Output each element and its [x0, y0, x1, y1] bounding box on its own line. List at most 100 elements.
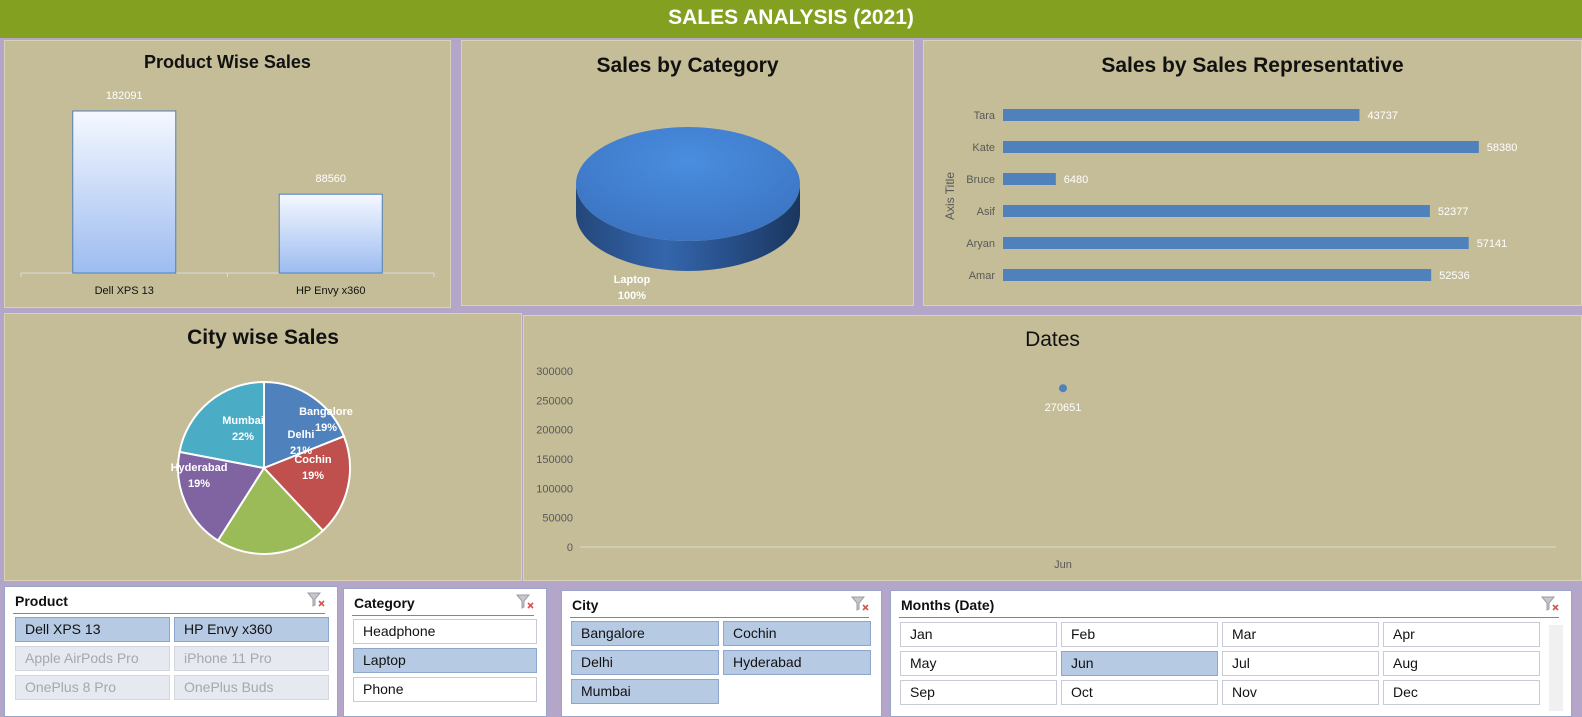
- slice-value-label: 19%: [315, 422, 337, 434]
- slicer-item-oneplus-8-pro[interactable]: OnePlus 8 Pro: [15, 675, 170, 700]
- slicer-item-oneplus-buds[interactable]: OnePlus Buds: [174, 675, 329, 700]
- slice-label: Delhi: [288, 429, 315, 441]
- slice-label: Bangalore: [299, 406, 353, 418]
- slicer-item-jan[interactable]: Jan: [900, 622, 1057, 647]
- funnel-glyph: [515, 594, 534, 609]
- category-label: Asif: [977, 206, 996, 218]
- category-label: Aryan: [966, 238, 995, 250]
- rep-sales-chart: Sales by Sales Representative Tara 43737 K…: [923, 40, 1582, 306]
- slicer-item-phone[interactable]: Phone: [353, 677, 537, 702]
- dashboard-title: SALES ANALYSIS (2021): [0, 0, 1582, 38]
- category-sales-chart: Sales by Category Laptop 100%: [461, 40, 914, 306]
- category-label: Kate: [972, 142, 995, 154]
- slicer-item-may[interactable]: May: [900, 651, 1057, 676]
- category-label: Tara: [974, 110, 996, 122]
- slice-label: Hyderabad: [171, 462, 228, 474]
- y-tick-label: 100000: [536, 483, 573, 495]
- data-label: 6480: [1064, 174, 1088, 186]
- y-tick-label: 50000: [542, 513, 573, 525]
- slicer-item-cochin[interactable]: Cochin: [723, 621, 871, 646]
- months-slicer: Months (Date) Jan Feb Mar Apr May Jun Jul Aug Se…: [890, 590, 1572, 717]
- product-sales-chart: Product Wise Sales 182091 Dell XPS 13 8856…: [4, 40, 451, 308]
- bar: [1003, 269, 1432, 281]
- bar: [1003, 141, 1479, 153]
- slicer-item-iphone-11-pro[interactable]: iPhone 11 Pro: [174, 646, 329, 671]
- clear-filter-icon[interactable]: [850, 595, 871, 613]
- slicer-item-sep[interactable]: Sep: [900, 680, 1057, 705]
- funnel-glyph: [850, 596, 869, 611]
- dates-chart: Dates 300000 250000 200000 150000 100000 5000…: [523, 315, 1582, 581]
- category-slicer: Category Headphone Laptop Phone: [343, 588, 547, 717]
- slicer-item-dell-xps-13[interactable]: Dell XPS 13: [15, 617, 170, 642]
- chart-plot: 182091 Dell XPS 13 88560 HP Envy x360: [20, 90, 435, 297]
- slicer-item-laptop[interactable]: Laptop: [353, 648, 537, 673]
- data-label: 88560: [315, 173, 346, 185]
- slicer-title: City: [572, 597, 599, 613]
- slicer-item-delhi[interactable]: Delhi: [571, 650, 719, 675]
- bar: [72, 110, 177, 274]
- y-tick-label: 300000: [536, 366, 573, 378]
- slicer-item-hp-envy-x360[interactable]: HP Envy x360: [174, 617, 329, 642]
- bar: [278, 193, 383, 274]
- slice-label: Mumbai: [222, 415, 264, 427]
- slice-value-label: 22%: [232, 431, 254, 443]
- slice-value-label: 100%: [618, 290, 646, 302]
- city-slicer: City Bangalore Cochin Delhi Hyderabad Mumbai: [561, 590, 882, 717]
- y-tick-label: 200000: [536, 425, 573, 437]
- bar: [1003, 173, 1056, 185]
- funnel-glyph: [1540, 596, 1559, 611]
- slicer-item-mumbai[interactable]: Mumbai: [571, 679, 719, 704]
- slicer-item-oct[interactable]: Oct: [1061, 680, 1218, 705]
- y-tick-label: 0: [567, 542, 573, 554]
- chart-plot: Laptop 100%: [576, 127, 800, 302]
- category-label: Bruce: [966, 174, 995, 186]
- slice-value-label: 19%: [302, 470, 324, 482]
- slicer-item-dec[interactable]: Dec: [1383, 680, 1540, 705]
- slicer-item-bangalore[interactable]: Bangalore: [571, 621, 719, 646]
- slice-label: Laptop: [614, 274, 651, 286]
- slicer-item-apple-airpods-pro[interactable]: Apple AirPods Pro: [15, 646, 170, 671]
- chart-plot: Bangalore19%Cochin19%Delhi21%Hyderabad19…: [171, 380, 353, 555]
- slicer-title: Product: [15, 593, 68, 609]
- slice-value-label: 21%: [290, 445, 312, 457]
- slicer-item-aug[interactable]: Aug: [1383, 651, 1540, 676]
- category-label: Dell XPS 13: [95, 285, 154, 297]
- y-tick-label: 250000: [536, 395, 573, 407]
- slicer-item-feb[interactable]: Feb: [1061, 622, 1218, 647]
- bar: [1003, 237, 1469, 249]
- funnel-glyph: [306, 592, 325, 607]
- slicer-item-nov[interactable]: Nov: [1222, 680, 1379, 705]
- slicer-item-hyderabad[interactable]: Hyderabad: [723, 650, 871, 675]
- slicer-title: Months (Date): [901, 597, 995, 613]
- data-point: [1059, 384, 1067, 393]
- slice-value-label: 19%: [188, 478, 210, 490]
- clear-filter-icon[interactable]: [306, 591, 327, 609]
- scrollbar[interactable]: [1549, 625, 1563, 711]
- product-slicer: Product Dell XPS 13 HP Envy x360 Apple Air…: [4, 586, 338, 717]
- slicer-item-apr[interactable]: Apr: [1383, 622, 1540, 647]
- data-label: 52377: [1438, 206, 1469, 218]
- slicer-item-jun[interactable]: Jun: [1061, 651, 1218, 676]
- category-label: Amar: [969, 270, 996, 282]
- data-label: 58380: [1487, 142, 1518, 154]
- y-tick-label: 150000: [536, 454, 573, 466]
- chart-plot: 300000 250000 200000 150000 100000 50000 0 2706…: [536, 366, 1556, 571]
- data-label: 43737: [1367, 110, 1398, 122]
- bar: [1003, 205, 1430, 217]
- data-label: 57141: [1477, 238, 1508, 250]
- category-label: HP Envy x360: [296, 285, 366, 297]
- slicer-item-jul[interactable]: Jul: [1222, 651, 1379, 676]
- x-tick-label: Jun: [1054, 559, 1072, 571]
- bar: [1003, 109, 1360, 121]
- chart-plot: Tara 43737 Kate 58380 Bruce 6480 Asif 52377 Arya…: [943, 109, 1518, 282]
- pie-slice: [576, 127, 800, 241]
- clear-filter-icon[interactable]: [515, 593, 536, 611]
- clear-filter-icon[interactable]: [1540, 595, 1561, 613]
- city-sales-chart: City wise Sales Bangalore 19% Cochin 19% Del…: [4, 313, 522, 581]
- slicer-title: Category: [354, 595, 415, 611]
- data-label: 52536: [1439, 270, 1470, 282]
- slicer-item-headphone[interactable]: Headphone: [353, 619, 537, 644]
- data-label: 270651: [1045, 402, 1082, 414]
- slicer-item-mar[interactable]: Mar: [1222, 622, 1379, 647]
- y-axis-title: Axis Title: [943, 172, 957, 220]
